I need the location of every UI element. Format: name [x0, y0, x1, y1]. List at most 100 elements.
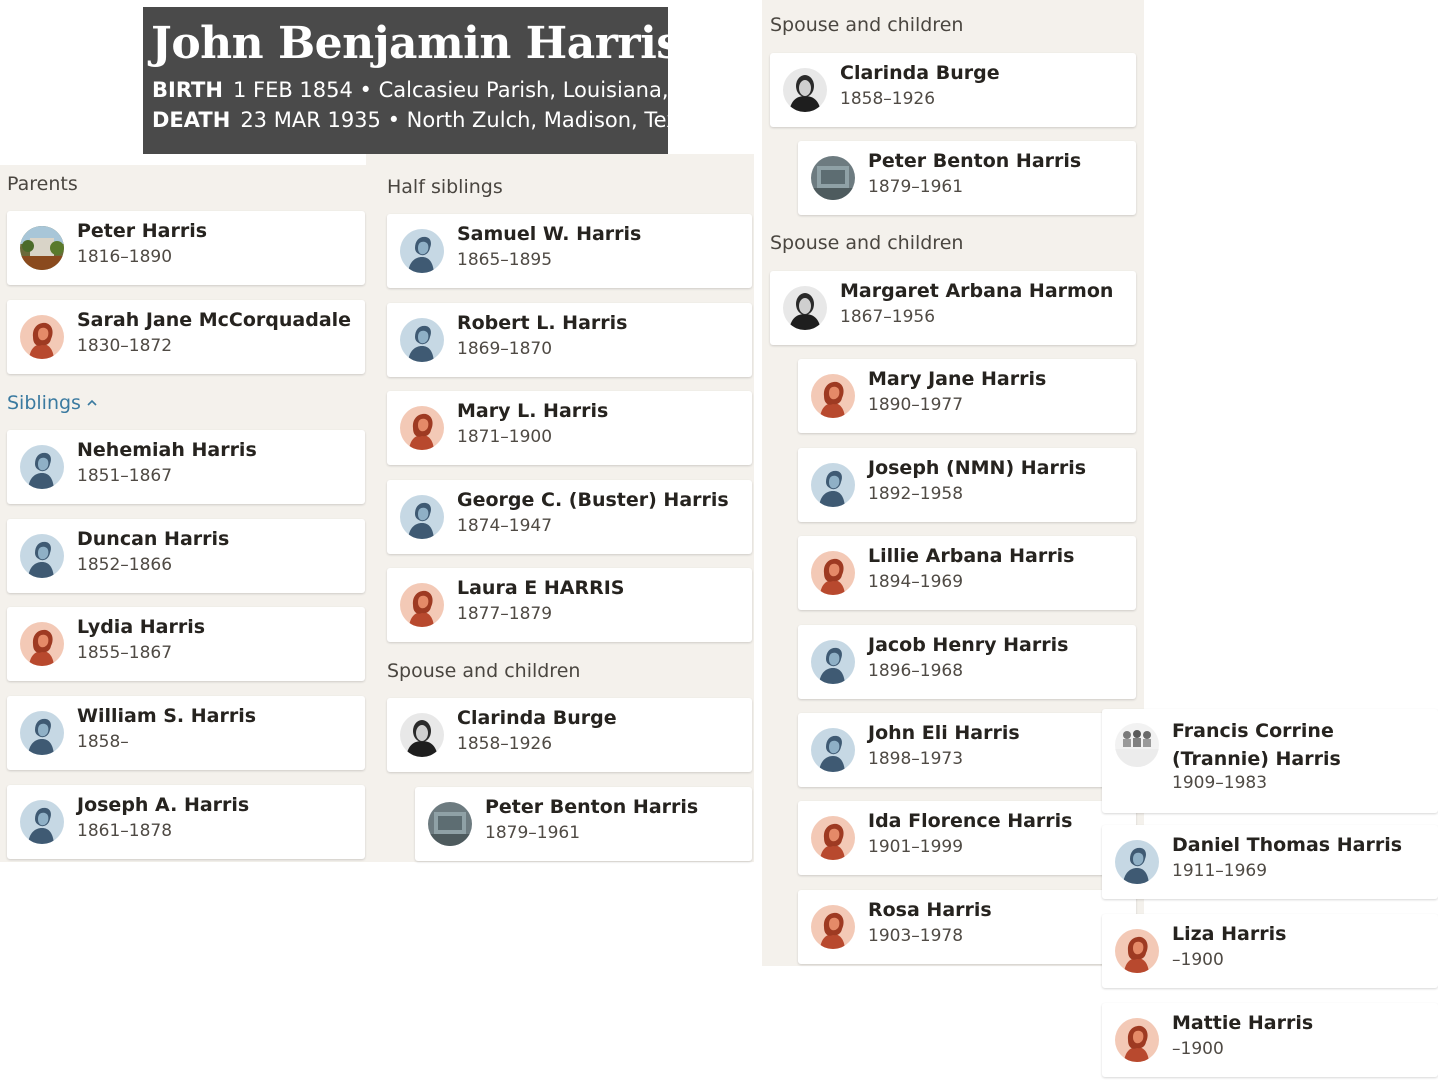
person-card-joseph-a-harris[interactable]: Joseph A. Harris 1861–1878: [7, 785, 365, 859]
person-card-francis-corrine-trannie-harris[interactable]: Francis Corrine (Trannie) Harris 1909–198…: [1102, 709, 1438, 813]
portrait-photo-avatar: [783, 68, 827, 112]
life-years: 1896–1968: [868, 661, 964, 681]
person-name: Mary Jane Harris: [868, 368, 1047, 390]
death-label: DEATH: [152, 108, 231, 132]
female-avatar-icon: [400, 406, 444, 450]
person-name: Mary L. Harris: [457, 400, 609, 422]
person-card-jacob-henry-harris[interactable]: Jacob Henry Harris 1896–1968: [798, 625, 1136, 699]
gravestone-photo-avatar: [811, 156, 855, 200]
person-card-duncan-harris[interactable]: Duncan Harris 1852–1866: [7, 519, 365, 593]
person-card-joseph-nmn-harris[interactable]: Joseph (NMN) Harris 1892–1958: [798, 448, 1136, 522]
person-card-nehemiah-harris[interactable]: Nehemiah Harris 1851–1867: [7, 430, 365, 504]
person-name: Lillie Arbana Harris: [868, 545, 1075, 567]
person-card-peter-harris[interactable]: Peter Harris 1816–1890: [7, 211, 365, 285]
life-years: 1879–1961: [485, 823, 581, 843]
death-value: 23 MAR 1935 • North Zulch, Madison, Texa: [240, 108, 668, 132]
life-years: 1869–1870: [457, 339, 553, 359]
person-name: Daniel Thomas Harris: [1172, 834, 1403, 856]
person-card-john-eli-harris[interactable]: John Eli Harris 1898–1973: [798, 713, 1136, 787]
person-name: Rosa Harris: [868, 899, 992, 921]
group-photo-avatar: [1115, 723, 1159, 767]
life-years: 1855–1867: [77, 643, 173, 663]
life-years: 1816–1890: [77, 247, 173, 267]
male-avatar-icon: [811, 463, 855, 507]
person-header: John Benjamin Harris BIRTH 1 FEB 1854 • C…: [143, 7, 668, 154]
chevron-up-icon: [87, 399, 97, 406]
person-name: John Eli Harris: [868, 722, 1020, 744]
life-years: 1830–1872: [77, 336, 173, 356]
life-years: 1858–: [77, 732, 129, 752]
female-avatar-icon: [400, 583, 444, 627]
spouse-children-heading: Spouse and children: [770, 14, 964, 36]
person-card-mattie-harris[interactable]: Mattie Harris –1900: [1102, 1003, 1438, 1077]
person-name: Robert L. Harris: [457, 312, 628, 334]
photo-avatar: [20, 226, 64, 270]
male-avatar-icon: [20, 711, 64, 755]
person-card-daniel-thomas-harris[interactable]: Daniel Thomas Harris 1911–1969: [1102, 825, 1438, 899]
person-card-william-s-harris[interactable]: William S. Harris 1858–: [7, 696, 365, 770]
female-avatar-icon: [811, 374, 855, 418]
person-name: Clarinda Burge: [457, 707, 617, 729]
birth-value: 1 FEB 1854 • Calcasieu Parish, Louisiana…: [232, 78, 668, 102]
person-card-ida-florence-harris[interactable]: Ida Florence Harris 1901–1999: [798, 801, 1136, 875]
death-fact: DEATH 23 MAR 1935 • North Zulch, Madison,…: [152, 108, 668, 132]
male-avatar-icon: [400, 495, 444, 539]
life-years: 1858–1926: [457, 734, 553, 754]
male-avatar-icon: [20, 534, 64, 578]
life-years: 1852–1866: [77, 555, 173, 575]
life-years: 1851–1867: [77, 466, 173, 486]
siblings-toggle[interactable]: Siblings: [7, 392, 97, 414]
life-years: 1861–1878: [77, 821, 173, 841]
female-avatar-icon: [1115, 929, 1159, 973]
male-avatar-icon: [20, 445, 64, 489]
person-card-rosa-harris[interactable]: Rosa Harris 1903–1978: [798, 890, 1136, 964]
person-name: Francis Corrine (Trannie) Harris: [1172, 720, 1341, 770]
person-card-mary-l-harris[interactable]: Mary L. Harris 1871–1900: [387, 391, 752, 465]
person-card-margaret-arbana-harmon[interactable]: Margaret Arbana Harmon 1867–1956: [770, 271, 1136, 345]
person-name: John Benjamin Harris: [151, 18, 668, 69]
spouse-children-heading: Spouse and children: [770, 232, 964, 254]
life-years: 1874–1947: [457, 516, 553, 536]
person-card-laura-e-harris[interactable]: Laura E HARRIS 1877–1879: [387, 568, 752, 642]
person-name: Peter Benton Harris: [868, 150, 1082, 172]
female-avatar-icon: [20, 622, 64, 666]
person-card-samuel-w-harris[interactable]: Samuel W. Harris 1865–1895: [387, 214, 752, 288]
person-card-clarinda-burge[interactable]: Clarinda Burge 1858–1926: [770, 53, 1136, 127]
male-avatar-icon: [400, 229, 444, 273]
person-name: Samuel W. Harris: [457, 223, 642, 245]
person-name: Ida Florence Harris: [868, 810, 1073, 832]
male-avatar-icon: [400, 318, 444, 362]
life-years: 1894–1969: [868, 572, 964, 592]
person-name: Peter Benton Harris: [485, 796, 699, 818]
life-years: –1900: [1172, 950, 1224, 970]
person-name: Sarah Jane McCorquadale: [77, 309, 352, 331]
person-card-george-c-buster-harris[interactable]: George C. (Buster) Harris 1874–1947: [387, 480, 752, 554]
person-card-sarah-jane-mccorquadale[interactable]: Sarah Jane McCorquadale 1830–1872: [7, 300, 365, 374]
person-card-lillie-arbana-harris[interactable]: Lillie Arbana Harris 1894–1969: [798, 536, 1136, 610]
male-avatar-icon: [811, 640, 855, 684]
life-years: 1892–1958: [868, 484, 964, 504]
life-years: 1867–1956: [840, 307, 936, 327]
life-years: 1903–1978: [868, 926, 964, 946]
female-avatar-icon: [20, 315, 64, 359]
person-name: Mattie Harris: [1172, 1012, 1314, 1034]
person-card-robert-l-harris[interactable]: Robert L. Harris 1869–1870: [387, 303, 752, 377]
female-avatar-icon: [811, 905, 855, 949]
person-card-peter-benton-harris[interactable]: Peter Benton Harris 1879–1961: [415, 787, 752, 861]
gravestone-photo-avatar: [428, 802, 472, 846]
person-card-liza-harris[interactable]: Liza Harris –1900: [1102, 914, 1438, 988]
person-card-lydia-harris[interactable]: Lydia Harris 1855–1867: [7, 607, 365, 681]
person-card-clarinda-burge[interactable]: Clarinda Burge 1858–1926: [387, 698, 752, 772]
female-avatar-icon: [1115, 1018, 1159, 1062]
life-years: 1865–1895: [457, 250, 553, 270]
life-years: 1871–1900: [457, 427, 553, 447]
life-years: 1879–1961: [868, 177, 964, 197]
spouse-children-heading: Spouse and children: [387, 660, 581, 682]
person-name: Clarinda Burge: [840, 62, 1000, 84]
life-years: 1890–1977: [868, 395, 964, 415]
person-name: Peter Harris: [77, 220, 208, 242]
person-card-mary-jane-harris[interactable]: Mary Jane Harris 1890–1977: [798, 359, 1136, 433]
female-avatar-icon: [811, 816, 855, 860]
life-years: 1898–1973: [868, 749, 964, 769]
person-card-peter-benton-harris[interactable]: Peter Benton Harris 1879–1961: [798, 141, 1136, 215]
